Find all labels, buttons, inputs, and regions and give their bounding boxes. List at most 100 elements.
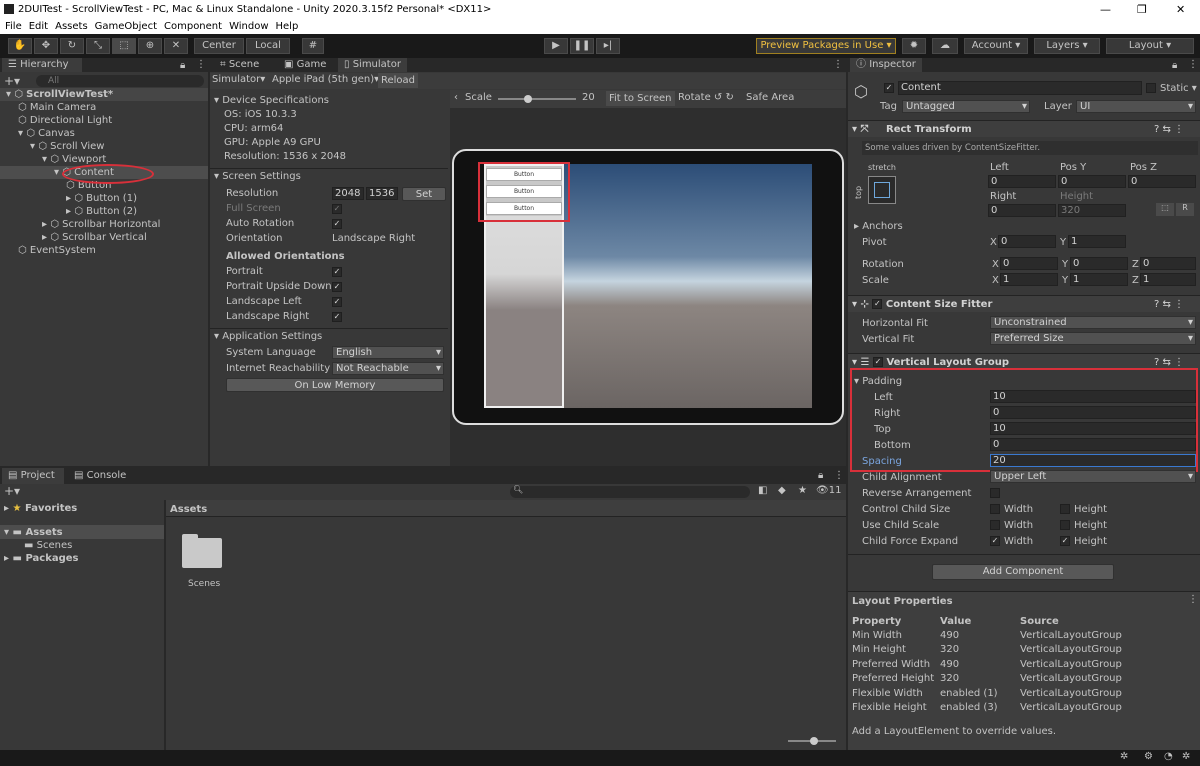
hierarchy-item[interactable]: ▾ ⬡ Canvas	[18, 127, 75, 140]
filter-type-icon[interactable]: ◧	[758, 485, 767, 496]
close-button[interactable]: ✕	[1176, 0, 1185, 19]
packages-folder-item[interactable]: ▸ ▬ Packages	[4, 552, 78, 565]
grid-snap-icon[interactable]: #	[302, 38, 324, 54]
preview-packages-button[interactable]: Preview Packages in Use ▾	[756, 38, 896, 54]
control-height-checkbox[interactable]	[1060, 504, 1070, 514]
tab-game[interactable]: ▣ Game	[278, 58, 332, 72]
more-icon[interactable]: ⋮	[1188, 58, 1198, 72]
icon-size-slider[interactable]	[788, 737, 836, 745]
hierarchy-item[interactable]: ▾ ⬡ ScrollViewTest*	[0, 88, 208, 101]
landscape-left-checkbox[interactable]: ✓	[332, 297, 342, 307]
menu-edit[interactable]: Edit	[29, 21, 48, 32]
scale-width-checkbox[interactable]	[990, 520, 1000, 530]
move-tool-icon[interactable]: ✥	[34, 38, 58, 54]
favorite-star-icon[interactable]: ★	[798, 485, 807, 496]
hierarchy-item[interactable]: ▸ ⬡ Scrollbar Vertical	[42, 231, 147, 244]
menu-assets[interactable]: Assets	[55, 21, 88, 32]
asset-breadcrumb[interactable]: Assets	[170, 503, 207, 516]
hierarchy-item[interactable]: ▸ ⬡ Button (2)	[66, 205, 137, 218]
scenes-folder-item[interactable]: ▬ Scenes	[24, 539, 72, 552]
more-icon[interactable]: ⋮	[196, 58, 206, 72]
internet-reachability-dropdown[interactable]: Not Reachable	[332, 362, 444, 375]
menu-gameobject[interactable]: GameObject	[95, 21, 157, 32]
component-menu-icons[interactable]: ? ⇆ ⋮	[1154, 296, 1184, 313]
portrait-checkbox[interactable]: ✓	[332, 267, 342, 277]
pivot-x-input[interactable]: 0	[998, 235, 1056, 248]
pause-button[interactable]: ❚❚	[570, 38, 594, 54]
pivot-center-button[interactable]: Center	[194, 38, 244, 54]
expand-arrow-icon[interactable]: ▸	[42, 219, 50, 230]
rotate-button[interactable]: Rotate ↺ ↻	[678, 92, 734, 103]
custom-tool-icon[interactable]: ✕	[164, 38, 188, 54]
favorites-item[interactable]: ▸ ★ Favorites	[4, 502, 77, 515]
set-button[interactable]: Set	[402, 187, 446, 201]
csf-enabled-checkbox[interactable]: ✓	[872, 299, 883, 309]
expand-arrow-icon[interactable]: ▸	[66, 193, 74, 204]
status-icon[interactable]: ✲	[1182, 751, 1190, 762]
resolution-width-input[interactable]: 2048	[332, 187, 364, 200]
collapse-icon[interactable]: ‹	[454, 92, 458, 103]
tag-dropdown[interactable]: Untagged	[902, 100, 1030, 113]
layers-dropdown[interactable]: Layers ▾	[1034, 38, 1100, 54]
tab-inspector[interactable]: ⓘ Inspector	[850, 58, 922, 72]
static-checkbox[interactable]	[1146, 83, 1156, 93]
hand-tool-icon[interactable]: ✋	[8, 38, 32, 54]
bug-icon[interactable]: ✲	[1120, 751, 1128, 762]
rotate-tool-icon[interactable]: ↻	[60, 38, 84, 54]
resolution-height-input[interactable]: 1536	[366, 187, 398, 200]
control-width-checkbox[interactable]	[990, 504, 1000, 514]
add-component-button[interactable]: Add Component	[932, 564, 1114, 580]
on-low-memory-button[interactable]: On Low Memory	[226, 378, 444, 392]
scale-slider-knob[interactable]	[523, 95, 532, 103]
vlg-enabled-checkbox[interactable]: ✓	[872, 357, 883, 367]
add-icon[interactable]: +▾	[4, 74, 20, 88]
assets-folder-item[interactable]: ▾ ▬ Assets	[4, 526, 63, 539]
layout-dropdown[interactable]: Layout ▾	[1106, 38, 1194, 54]
rect-tool-icon[interactable]: ⬚	[112, 38, 136, 54]
project-search-input[interactable]: 🔍︎	[510, 485, 750, 498]
lock-icon[interactable]: 🔒︎	[1172, 59, 1177, 73]
scale-height-checkbox[interactable]	[1060, 520, 1070, 530]
more-icon[interactable]: ⋮	[834, 469, 844, 483]
step-button[interactable]: ▸|	[596, 38, 620, 54]
minimize-button[interactable]: —	[1100, 0, 1111, 19]
hierarchy-item[interactable]: ▸ ⬡ Scrollbar Horizontal	[42, 218, 160, 231]
safe-area-button[interactable]: Safe Area	[746, 92, 794, 103]
menu-help[interactable]: Help	[276, 21, 299, 32]
simulator-mode-dropdown[interactable]: Simulator▾	[212, 74, 265, 85]
tab-simulator[interactable]: ▯ Simulator	[338, 58, 407, 72]
expand-arrow-icon[interactable]: ▸	[66, 206, 74, 217]
lock-icon[interactable]: 🔒︎	[180, 59, 185, 73]
menu-file[interactable]: File	[5, 21, 22, 32]
lock-icon[interactable]: 🔒︎	[818, 469, 823, 483]
screen-settings-header[interactable]: ▾ Screen Settings	[214, 170, 301, 183]
anchor-preset-icon[interactable]	[868, 176, 896, 204]
scale-tool-icon[interactable]: ⤡	[86, 38, 110, 54]
pivot-y-input[interactable]: 1	[1068, 235, 1126, 248]
maximize-button[interactable]: ❐	[1137, 0, 1147, 19]
pos-z-input[interactable]: 0	[1128, 175, 1196, 188]
orientation-value[interactable]: Landscape Right	[332, 232, 415, 245]
scale-slider-track[interactable]	[498, 95, 576, 103]
expand-arrow-icon[interactable]: ▾	[6, 89, 14, 100]
static-dropdown[interactable]: Static ▾	[1160, 82, 1197, 95]
device-dropdown[interactable]: Apple iPad (5th gen)▾	[272, 74, 379, 85]
scale-x-input[interactable]: 1	[1000, 273, 1058, 286]
expand-arrow-icon[interactable]: ▾	[30, 141, 38, 152]
content-size-fitter-header[interactable]: ▾ ⊹ ✓ Content Size Fitter? ⇆ ⋮	[848, 295, 1200, 312]
cache-icon[interactable]: ⚙	[1144, 751, 1153, 762]
child-alignment-dropdown[interactable]: Upper Left	[990, 470, 1196, 483]
horizontal-fit-dropdown[interactable]: Unconstrained	[990, 316, 1196, 329]
device-spec-header[interactable]: ▾ Device Specifications	[214, 94, 329, 107]
progress-icon[interactable]: ◔	[1164, 751, 1173, 762]
landscape-right-checkbox[interactable]: ✓	[332, 312, 342, 322]
rotation-x-input[interactable]: 0	[1000, 257, 1058, 270]
expand-arrow-icon[interactable]: ▾	[18, 128, 26, 139]
expand-arrow-icon[interactable]: ▾	[54, 167, 62, 178]
hierarchy-search-input[interactable]: All	[36, 75, 204, 87]
tab-hierarchy[interactable]: ☰ Hierarchy	[2, 58, 82, 72]
layer-dropdown[interactable]: UI	[1076, 100, 1196, 113]
auto-rotation-checkbox[interactable]: ✓	[332, 219, 342, 229]
active-checkbox[interactable]: ✓	[884, 83, 894, 93]
fit-to-screen-button[interactable]: Fit to Screen	[606, 91, 675, 106]
